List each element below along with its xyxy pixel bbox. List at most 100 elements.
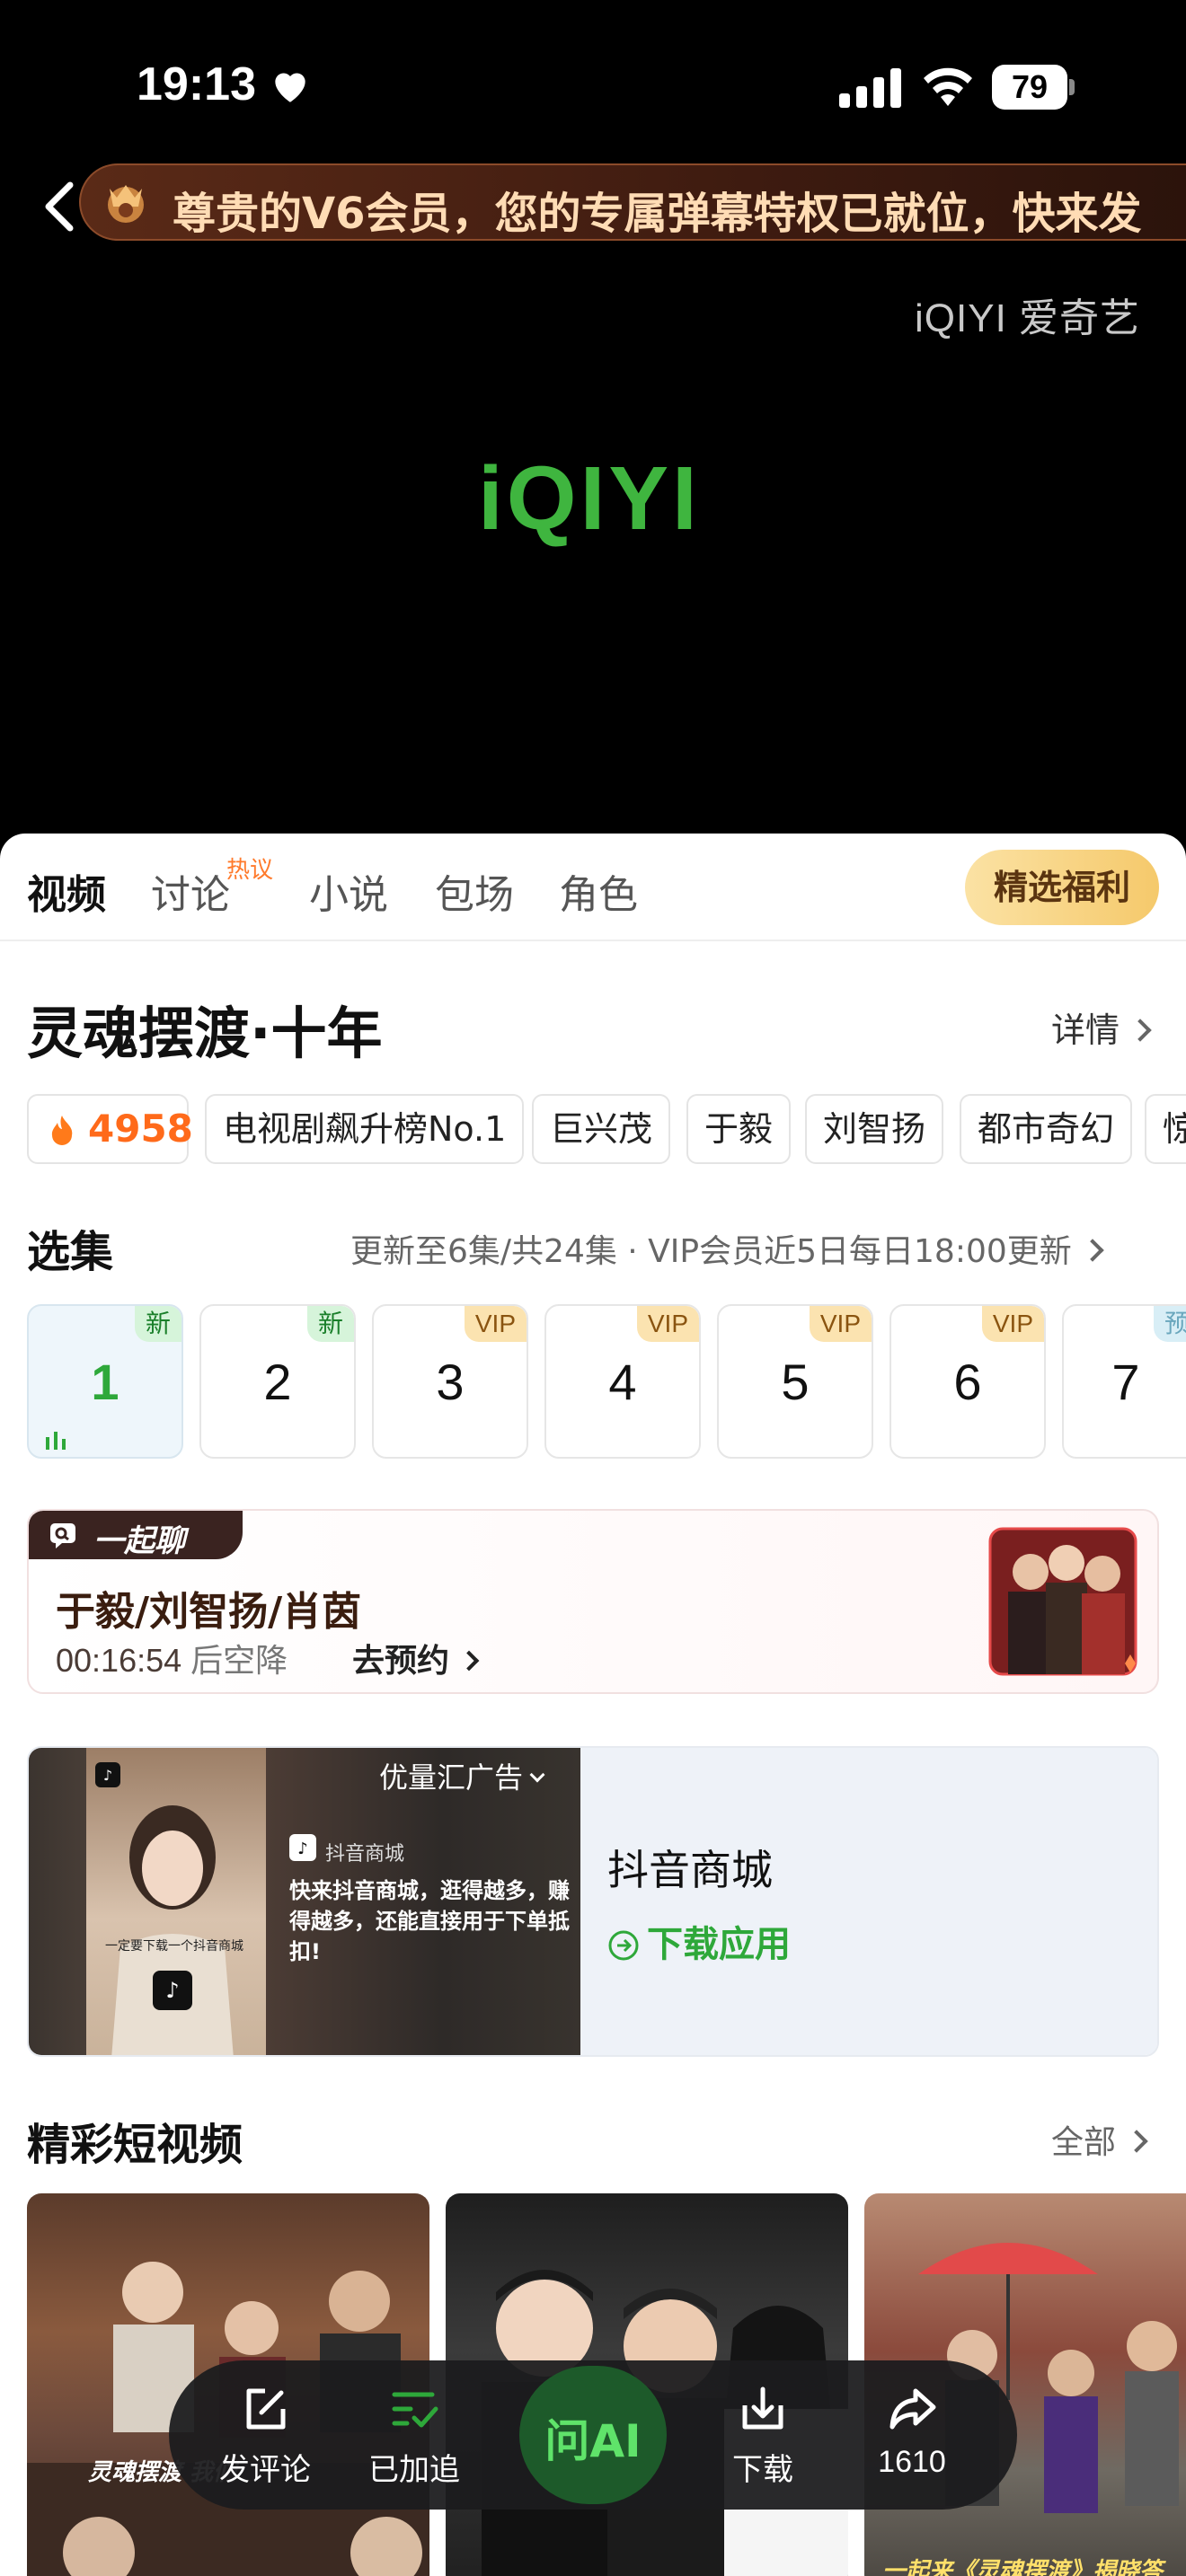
chevron-down-icon — [529, 1767, 545, 1783]
status-bar: 19:13 79 — [0, 45, 1186, 135]
ad-video-thumbnail: ♪ 一定要下载一个抖音商城 ♪ 优量汇广告 ♪ 抖音商城 快来抖音商城，逛得越多… — [29, 1748, 580, 2055]
comment-label: 发评论 — [219, 2453, 311, 2487]
tab-video[interactable]: 视频 — [27, 862, 106, 920]
ad-video-caption: 一定要下载一个抖音商城 — [105, 1939, 243, 1954]
welfare-button[interactable]: 精选福利 — [965, 850, 1159, 925]
tiktok-icon: ♪ — [95, 1762, 120, 1787]
chat-room-tag: 一起聊 — [29, 1511, 243, 1559]
svg-text:♪: ♪ — [103, 1767, 112, 1784]
content-sheet: 视频 讨论 热议 小说 包场 角色 精选福利 灵魂摆渡·十年 详情 4958 电… — [0, 834, 1186, 2576]
episode-number: 2 — [263, 1354, 292, 1410]
short-video-caption: 一起来《灵魂摆渡》揭晓答 — [882, 2558, 1164, 2576]
episode-card[interactable]: VIP 6 — [890, 1304, 1046, 1459]
ad-app-name: 抖音商城 — [607, 1846, 773, 1894]
episode-card[interactable]: VIP 5 — [717, 1304, 873, 1459]
tag-chip[interactable]: 于毅 — [686, 1094, 792, 1164]
episode-badge: 预 — [1154, 1306, 1186, 1342]
vip-danmaku-banner[interactable]: 尊贵的V6会员，您的专属弹幕特权已就位，快来发 — [79, 163, 1186, 241]
episode-card[interactable]: 新 2 — [199, 1304, 356, 1459]
ad-download-label: 下载应用 — [647, 1924, 791, 1965]
episode-badge: VIP — [809, 1306, 872, 1342]
edit-comment-icon — [246, 2388, 286, 2430]
battery-level: 79 — [1011, 68, 1049, 105]
hot-badge: 热议 — [226, 857, 274, 884]
episode-number: 5 — [781, 1354, 810, 1410]
comment-button[interactable]: 发评论 — [198, 2360, 332, 2510]
detail-label: 详情 — [1051, 1010, 1120, 1050]
episode-number: 1 — [91, 1354, 119, 1410]
douyin-mall-icon: ♪ — [289, 1834, 316, 1861]
countdown-time: 00:16:54 — [56, 1642, 182, 1679]
status-time: 19:13 — [137, 58, 256, 110]
tab-characters[interactable]: 角色 — [559, 862, 638, 920]
episode-card[interactable]: VIP 3 — [372, 1304, 528, 1459]
tag-chip[interactable]: 刘智扬 — [805, 1094, 944, 1164]
episode-card[interactable]: 预 7 — [1062, 1304, 1186, 1459]
playing-bars-icon — [46, 1432, 66, 1450]
ad-card[interactable]: ♪ 一定要下载一个抖音商城 ♪ 优量汇广告 ♪ 抖音商城 快来抖音商城，逛得越多… — [27, 1746, 1159, 2057]
followed-button[interactable]: 已加追 — [347, 2360, 482, 2510]
episode-card[interactable]: VIP 4 — [544, 1304, 701, 1459]
countdown: 00:16:54 后空降 — [56, 1635, 288, 1681]
share-arrow-icon — [890, 2388, 936, 2430]
ad-copy-text: 快来抖音商城，逛得越多，赚得越多，还能直接用于下单抵扣! — [289, 1878, 570, 1964]
ask-ai-button[interactable]: 问AI — [519, 2366, 667, 2504]
followed-label: 已加追 — [368, 2453, 460, 2487]
tag-chip[interactable]: 电视剧飙升榜No.1 — [205, 1094, 525, 1164]
tag-chip[interactable]: 巨兴茂 — [532, 1094, 671, 1164]
iqiyi-watermark: iQIYI 爱奇艺 — [915, 296, 1141, 340]
iqiyi-logo: iQIYI — [478, 448, 701, 549]
battery-indicator: 79 — [992, 65, 1075, 110]
bottom-action-dock: 发评论 已加追 问AI 下载 1610 — [169, 2360, 1017, 2510]
tag-chip[interactable]: 都市奇幻 — [960, 1094, 1133, 1164]
tab-discussion[interactable]: 讨论 — [151, 862, 230, 920]
share-button[interactable]: 1610 — [845, 2360, 979, 2510]
heat-tag[interactable]: 4958 — [27, 1094, 193, 1164]
banner-text: 尊贵的V6会员，您的专属弹幕特权已就位，快来发 — [173, 189, 1142, 239]
episodes-title: 选集 — [27, 1227, 114, 1277]
episode-number: 4 — [608, 1354, 637, 1410]
back-arrow-icon[interactable] — [40, 180, 79, 234]
update-info-text: 更新至6集/共24集 · VIP会员近5日每日18:00更新 — [350, 1233, 1072, 1270]
reserve-button[interactable]: 去预约 — [352, 1635, 480, 1681]
episodes-update-info[interactable]: 更新至6集/共24集 · VIP会员近5日每日18:00更新 — [350, 1225, 1104, 1272]
chevron-right-icon — [458, 1650, 480, 1672]
svg-text:♪: ♪ — [297, 1839, 308, 1858]
video-player[interactable]: 19:13 79 尊贵的V6会员，您的专属弹幕特权已就位，快来发 iQIYI 爱… — [0, 0, 1186, 835]
chevron-right-icon — [1081, 1239, 1104, 1262]
ad-presenter-image: ♪ — [111, 1805, 234, 2055]
episode-card[interactable]: 新 1 — [27, 1304, 183, 1459]
chat-bubble-icon — [50, 1523, 75, 1548]
episode-badge: 新 — [134, 1306, 181, 1342]
chevron-right-icon — [1128, 1019, 1152, 1042]
download-icon — [742, 2386, 783, 2430]
ad-info: 抖音商城 下载应用 — [580, 1748, 1157, 2055]
ask-ai-label: 问AI — [544, 2415, 642, 2467]
ad-sponsor-label: 优量汇广告 — [379, 1760, 524, 1795]
shorts-all-link[interactable]: 全部 — [1051, 2116, 1148, 2163]
episode-badge: 新 — [306, 1306, 354, 1342]
tab-booking[interactable]: 包场 — [435, 862, 514, 920]
episode-number: 3 — [436, 1354, 465, 1410]
flame-icon — [51, 1116, 73, 1145]
ad-sponsor-menu[interactable]: 优量汇广告 — [379, 1755, 545, 1796]
tag-chip[interactable]: 惊 — [1145, 1094, 1186, 1164]
reserve-label: 去预约 — [352, 1643, 450, 1680]
wifi-icon — [924, 67, 972, 106]
tab-novel[interactable]: 小说 — [309, 862, 388, 920]
detail-link[interactable]: 详情 — [1051, 1002, 1152, 1052]
share-count: 1610 — [878, 2445, 946, 2479]
ad-download-button[interactable]: 下载应用 — [607, 1915, 791, 1967]
chat-room-card[interactable]: 一起聊 于毅/刘智扬/肖茵 00:16:54 后空降 去预约 — [27, 1509, 1159, 1694]
shorts-all-label: 全部 — [1051, 2124, 1117, 2161]
chat-room-label: 一起聊 — [93, 1523, 185, 1559]
ad-store-label: 抖音商城 — [325, 1843, 405, 1866]
heat-value: 4958 — [88, 1107, 193, 1151]
download-label: 下载 — [732, 2453, 793, 2487]
chevron-right-icon — [1125, 2130, 1148, 2153]
chat-cast: 于毅/刘智扬/肖茵 — [56, 1589, 362, 1635]
svg-text:♪: ♪ — [165, 1978, 179, 2003]
download-button[interactable]: 下载 — [695, 2360, 830, 2510]
check-list-icon — [392, 2392, 438, 2428]
episode-number: 6 — [953, 1354, 982, 1410]
